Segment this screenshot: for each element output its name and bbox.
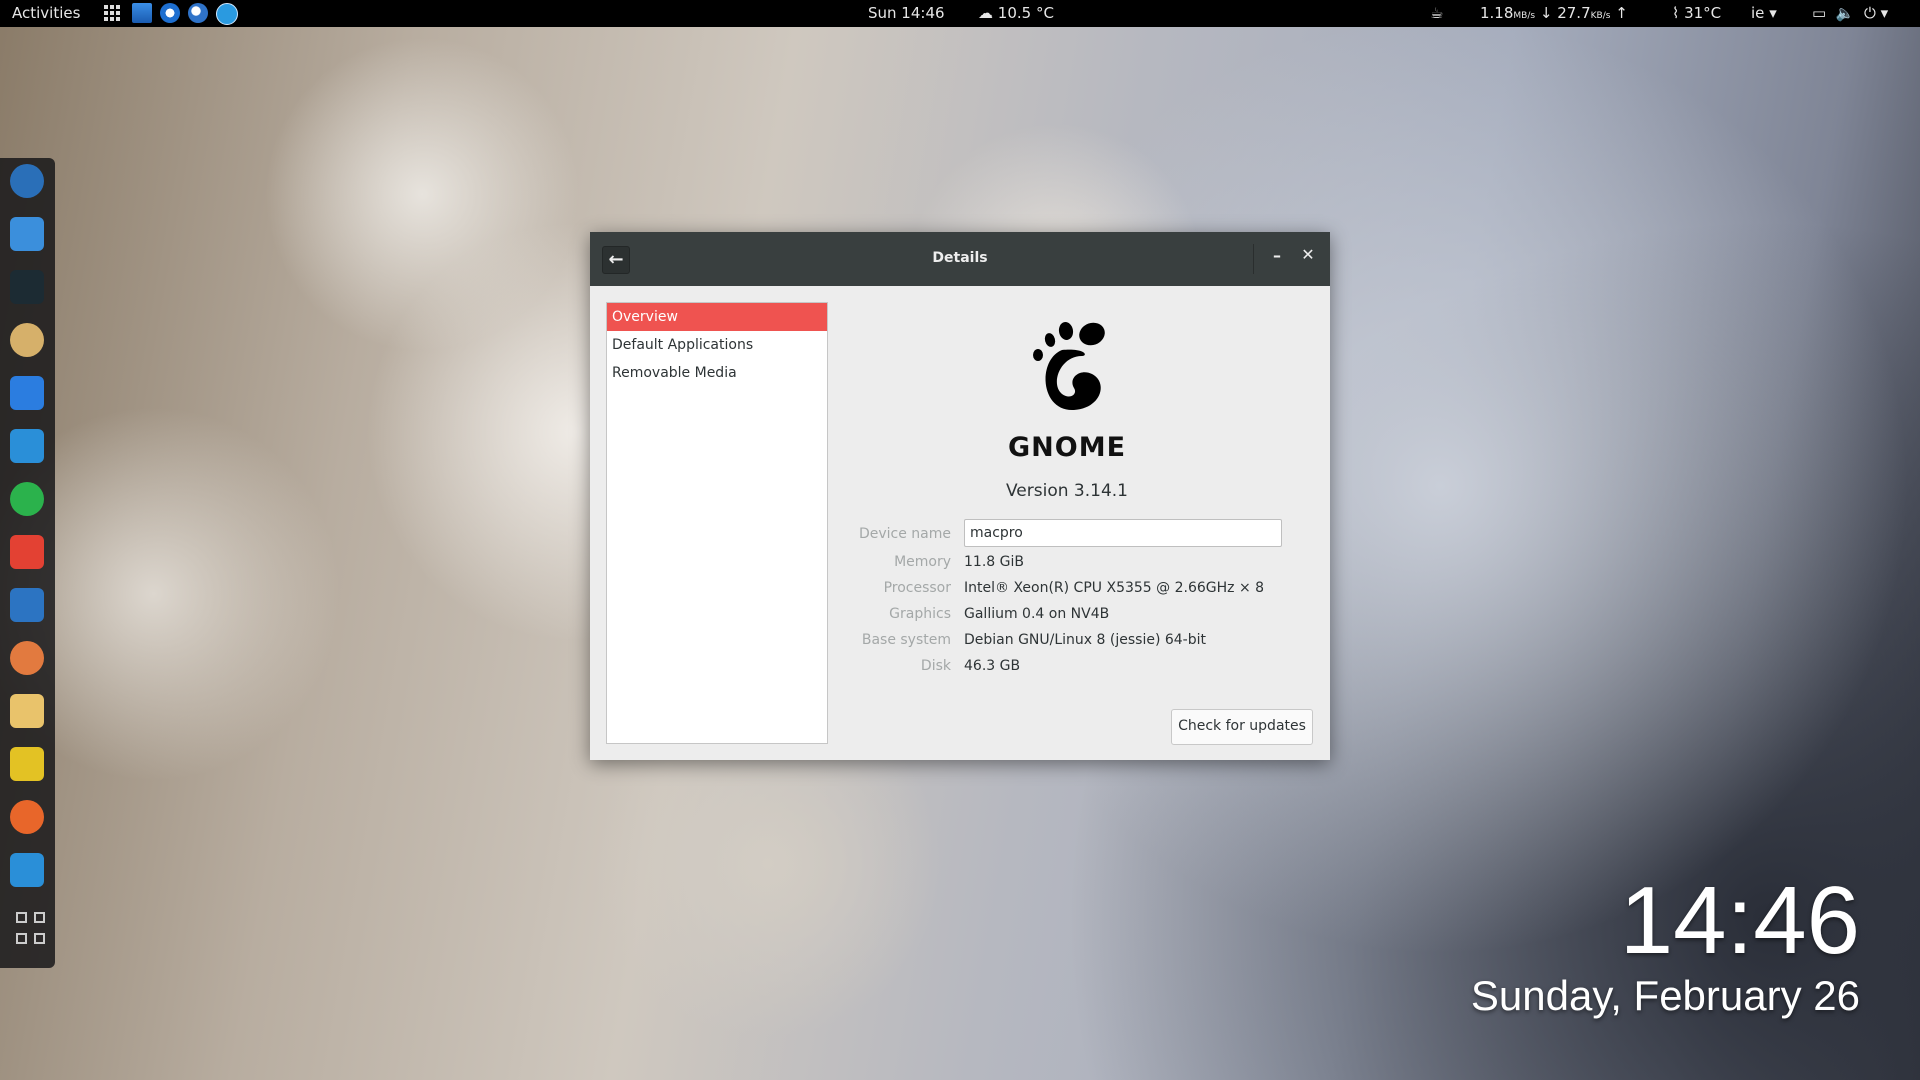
device-name-input[interactable] xyxy=(964,519,1282,547)
info-label: Base system xyxy=(861,632,951,648)
chevron-down-icon: ▾ xyxy=(1880,4,1889,22)
network-speed[interactable]: 1.18MB/s ↓ 27.7KB/s ↑ xyxy=(1480,4,1628,22)
details-window: ← Details – ✕ Overview Default Applicati… xyxy=(590,232,1330,760)
minimize-icon: – xyxy=(1273,246,1281,265)
top-bar: Activities Sun 14:46 ☁ 10.5 °C ☕ 1.18MB/… xyxy=(0,0,1920,27)
display-icon: ▭ xyxy=(1812,4,1827,22)
browser-app-icon[interactable] xyxy=(188,3,208,23)
chevron-down-icon: ▾ xyxy=(1769,4,1777,22)
document-writer-icon[interactable] xyxy=(10,376,44,410)
mail-icon[interactable] xyxy=(10,694,44,728)
window-title: Details xyxy=(932,250,988,266)
gnome-foot-icon xyxy=(1033,322,1105,411)
web-browser-icon[interactable] xyxy=(10,164,44,198)
tape-player-icon[interactable] xyxy=(10,323,44,357)
sidebar-item-removable-media[interactable]: Removable Media xyxy=(607,359,827,387)
info-row: Disk 46.3 GB xyxy=(590,658,1330,684)
minimize-button[interactable]: – xyxy=(1267,246,1287,268)
volume-icon: 🔈 xyxy=(1835,4,1855,22)
close-icon: ✕ xyxy=(1301,245,1315,264)
show-applications-icon[interactable] xyxy=(10,906,48,944)
caffeine-icon[interactable]: ☕ xyxy=(1430,4,1443,22)
software-center-icon[interactable] xyxy=(10,641,44,675)
temp-value: 31°C xyxy=(1684,4,1722,22)
close-button[interactable]: ✕ xyxy=(1298,245,1318,267)
info-row: Graphics Gallium 0.4 on NV4B xyxy=(590,606,1330,632)
info-row: Memory 11.8 GiB xyxy=(590,554,1330,580)
topbar-clock[interactable]: Sun 14:46 xyxy=(868,4,945,22)
alert-icon[interactable] xyxy=(10,747,44,781)
firefox-icon[interactable] xyxy=(10,800,44,834)
info-label: Memory xyxy=(894,554,951,570)
cloud-icon: ☁ xyxy=(978,4,998,22)
app-grid-icon[interactable] xyxy=(104,5,120,21)
network-tool-icon[interactable] xyxy=(10,853,44,887)
activities-button[interactable]: Activities xyxy=(12,4,80,22)
sidebar-item-overview[interactable]: Overview xyxy=(607,303,827,331)
desktop-date: Sunday, February 26 xyxy=(1470,972,1860,1019)
net-down-value: 1.18 xyxy=(1480,4,1514,22)
desktop-app-icon[interactable] xyxy=(132,3,152,23)
net-down-unit: MB/s xyxy=(1513,11,1536,21)
system-monitor-icon[interactable] xyxy=(10,588,44,622)
thermometer-icon: ⌇ xyxy=(1672,4,1685,22)
titlebar: ← Details – ✕ xyxy=(590,232,1330,286)
info-value: 11.8 GiB xyxy=(964,554,1024,570)
language-selector[interactable]: ie ▾ xyxy=(1751,4,1777,22)
power-icon: ⏻ xyxy=(1863,4,1876,22)
lang-value: ie xyxy=(1751,4,1765,22)
info-label: Graphics xyxy=(889,606,951,622)
info-label: Processor xyxy=(883,580,951,596)
cpu-temp[interactable]: ⌇ 31°C xyxy=(1672,4,1721,22)
gnome-wordmark: GNOME xyxy=(1007,432,1127,463)
titlebar-separator xyxy=(1253,244,1254,274)
info-value: Gallium 0.4 on NV4B xyxy=(964,606,1110,622)
version-label: Version 3.14.1 xyxy=(1006,481,1128,501)
info-value: 46.3 GB xyxy=(964,658,1021,674)
info-row: Processor Intel® Xeon(R) CPU X5355 @ 2.66… xyxy=(590,580,1330,606)
desktop-clock: 14:46 xyxy=(1619,867,1860,974)
net-up-unit: KB/s xyxy=(1590,11,1611,21)
weather-temp: 10.5 °C xyxy=(997,4,1054,22)
info-value: Intel® Xeon(R) CPU X5355 @ 2.66GHz × 8 xyxy=(964,580,1265,596)
arrow-down-icon: ↓ xyxy=(1539,4,1553,22)
info-label: Disk xyxy=(920,658,951,674)
device-name-row: Device name xyxy=(590,519,1330,548)
chrome-icon[interactable] xyxy=(10,535,44,569)
info-value: Debian GNU/Linux 8 (jessie) 64-bit xyxy=(964,632,1206,648)
system-menu[interactable]: ▭ 🔈 ⏻ ▾ xyxy=(1812,4,1888,22)
dock xyxy=(0,158,55,968)
net-up-value: 27.7 xyxy=(1557,4,1591,22)
files-icon[interactable] xyxy=(10,217,44,251)
network-app-icon[interactable] xyxy=(160,3,180,23)
settings-app-icon[interactable] xyxy=(216,3,238,25)
device-name-label: Device name xyxy=(858,526,951,542)
check-for-updates-button[interactable]: Check for updates xyxy=(1171,709,1313,745)
terminal-icon[interactable] xyxy=(10,270,44,304)
settings-tweak-icon[interactable] xyxy=(10,429,44,463)
info-row: Base system Debian GNU/Linux 8 (jessie) 6… xyxy=(590,632,1330,658)
spotify-icon[interactable] xyxy=(10,482,44,516)
sidebar-item-default-applications[interactable]: Default Applications xyxy=(607,331,827,359)
arrow-up-icon: ↑ xyxy=(1615,4,1628,22)
weather-indicator[interactable]: ☁ 10.5 °C xyxy=(978,4,1054,22)
